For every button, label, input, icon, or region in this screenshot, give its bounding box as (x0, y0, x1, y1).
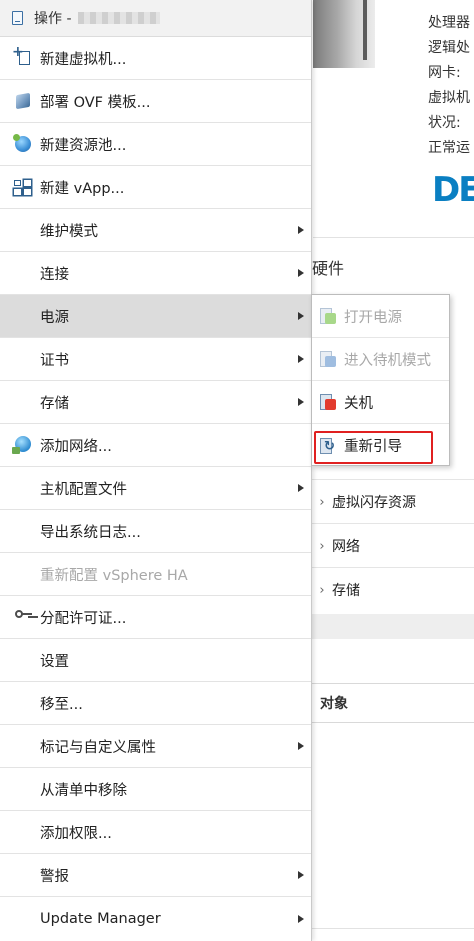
submenu-item-reboot[interactable]: 重新引导 (312, 424, 449, 467)
menu-item-update-manager[interactable]: Update Manager (0, 897, 311, 940)
resource-pool-icon (12, 134, 34, 154)
menu-item-label: 维护模式 (40, 223, 98, 240)
vapp-icon (12, 177, 34, 197)
table-header[interactable]: 对象 (312, 683, 474, 723)
menu-item-label: 标记与自定义属性 (40, 739, 156, 756)
shutdown-icon (320, 393, 338, 411)
menu-item-label: 分配许可证... (40, 610, 127, 627)
menu-item-label: 添加权限... (40, 825, 112, 842)
menu-item-remove-from-inventory[interactable]: 从清单中移除 (0, 768, 311, 811)
submenu-arrow-icon (298, 398, 304, 406)
menu-item-label: Update Manager (40, 910, 161, 927)
menu-item-label: 添加网络... (40, 438, 112, 455)
host-icon (12, 11, 23, 25)
submenu-item-label: 关机 (344, 395, 373, 412)
menu-item-label: 导出系统日志... (40, 524, 141, 541)
info-line-processor: 处理器 (428, 15, 470, 31)
actions-context-menu: 操作 - 新建虚拟机... 部署 OVF 模板... 新建资源池... 新建 v… (0, 0, 312, 941)
menu-item-add-network[interactable]: 添加网络... (0, 424, 311, 467)
menu-item-alarms[interactable]: 警报 (0, 854, 311, 897)
menu-item-label: 重新配置 vSphere HA (40, 567, 188, 584)
menu-item-label: 证书 (40, 352, 69, 369)
redacted-host-name (77, 12, 160, 24)
section-spacer (312, 614, 474, 639)
menu-item-label: 从清单中移除 (40, 782, 127, 799)
menu-item-export-logs[interactable]: 导出系统日志... (0, 510, 311, 553)
vsphere-client-page: 处理器 逻辑处 网卡: 虚拟机 状况: 正常运 DELL 硬件 › 虚拟闪存资源… (0, 0, 474, 941)
menu-item-certificates[interactable]: 证书 (0, 338, 311, 381)
submenu-item-label: 进入待机模式 (344, 352, 431, 369)
submenu-arrow-icon (298, 226, 304, 234)
submenu-arrow-icon (298, 269, 304, 277)
standby-icon (320, 350, 338, 368)
submenu-arrow-icon (298, 914, 304, 923)
menu-item-add-permission[interactable]: 添加权限... (0, 811, 311, 854)
menu-item-deploy-ovf[interactable]: 部署 OVF 模板... (0, 80, 311, 123)
host-server-image (313, 0, 375, 68)
column-header-object[interactable]: 对象 (312, 693, 348, 713)
license-key-icon (12, 607, 34, 627)
menu-item-connection[interactable]: 连接 (0, 252, 311, 295)
menu-item-label: 新建资源池... (40, 137, 127, 154)
info-line-uptime: 正常运 (428, 140, 470, 156)
menu-item-assign-license[interactable]: 分配许可证... (0, 596, 311, 639)
submenu-arrow-icon (298, 484, 304, 492)
dell-logo: DELL (432, 170, 474, 210)
add-network-icon (12, 435, 34, 455)
menu-item-label: 连接 (40, 266, 69, 283)
menu-item-new-vm[interactable]: 新建虚拟机... (0, 37, 311, 80)
menu-item-move-to[interactable]: 移至... (0, 682, 311, 725)
submenu-item-standby: 进入待机模式 (312, 338, 449, 381)
tree-row-network[interactable]: › 网络 (312, 523, 474, 568)
tree-row-vflash[interactable]: › 虚拟闪存资源 (312, 479, 474, 524)
chevron-right-icon: › (319, 582, 325, 598)
reboot-icon (320, 437, 338, 455)
menu-item-reconfigure-ha: 重新配置 vSphere HA (0, 553, 311, 596)
hardware-heading: 硬件 (312, 259, 345, 278)
chevron-right-icon: › (319, 494, 325, 510)
menu-item-label: 移至... (40, 696, 83, 713)
menu-item-new-resource-pool[interactable]: 新建资源池... (0, 123, 311, 166)
power-submenu: 打开电源 进入待机模式 关机 重新引导 (311, 294, 450, 466)
submenu-item-label: 打开电源 (344, 309, 402, 326)
menu-item-label: 新建虚拟机... (40, 51, 127, 68)
menu-item-label: 新建 vApp... (40, 180, 125, 197)
chevron-right-icon: › (319, 538, 325, 554)
info-line-logical-processors: 逻辑处 (428, 40, 470, 56)
info-line-vms: 虚拟机 (428, 90, 470, 106)
menu-item-label: 设置 (40, 653, 69, 670)
new-vm-icon (12, 44, 34, 68)
menu-item-label: 电源 (40, 309, 69, 326)
menu-item-label: 主机配置文件 (40, 481, 127, 498)
submenu-item-power-on: 打开电源 (312, 295, 449, 338)
info-line-nics: 网卡: (428, 65, 461, 81)
menu-item-maintenance-mode[interactable]: 维护模式 (0, 209, 311, 252)
menu-item-label: 存储 (40, 395, 69, 412)
menu-item-tags-attributes[interactable]: 标记与自定义属性 (0, 725, 311, 768)
menu-item-storage[interactable]: 存储 (0, 381, 311, 424)
submenu-arrow-icon (298, 355, 304, 363)
tree-row-storage[interactable]: › 存储 (312, 567, 474, 612)
menu-header: 操作 - (0, 0, 311, 37)
menu-item-power[interactable]: 电源 (0, 295, 311, 338)
divider (313, 237, 474, 238)
info-line-state: 状况: (428, 115, 461, 131)
power-on-icon (320, 307, 338, 325)
menu-item-host-profiles[interactable]: 主机配置文件 (0, 467, 311, 510)
submenu-item-shutdown[interactable]: 关机 (312, 381, 449, 424)
submenu-arrow-icon (298, 312, 304, 320)
menu-item-settings[interactable]: 设置 (0, 639, 311, 682)
submenu-arrow-icon (298, 742, 304, 750)
menu-item-label: 警报 (40, 868, 69, 885)
menu-header-title: 操作 - (34, 11, 72, 27)
menu-item-new-vapp[interactable]: 新建 vApp... (0, 166, 311, 209)
ovf-template-icon (12, 91, 34, 111)
submenu-arrow-icon (298, 871, 304, 879)
submenu-item-label: 重新引导 (344, 439, 402, 455)
menu-item-label: 部署 OVF 模板... (40, 94, 151, 111)
divider (312, 928, 474, 929)
